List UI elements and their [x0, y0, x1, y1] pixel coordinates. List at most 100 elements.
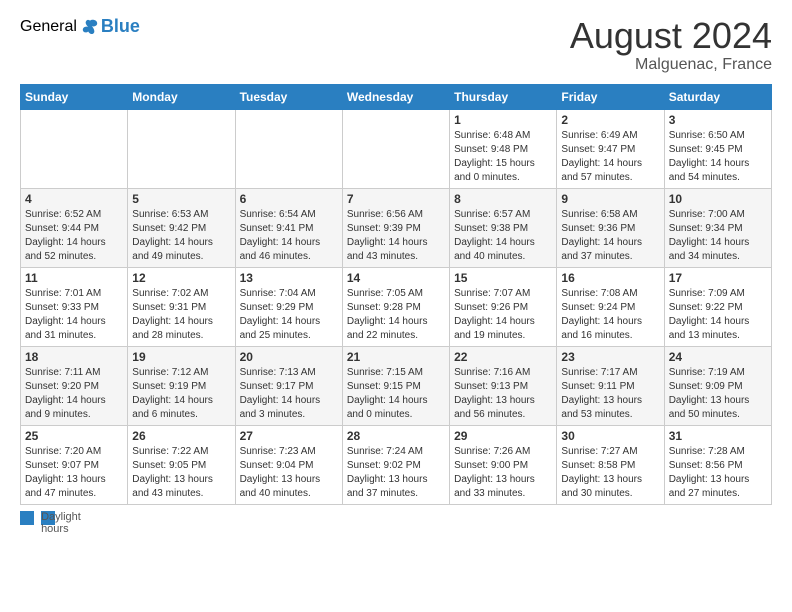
- day-number: 9: [561, 192, 659, 206]
- calendar-week-3: 11Sunrise: 7:01 AM Sunset: 9:33 PM Dayli…: [21, 267, 772, 346]
- day-info: Sunrise: 6:56 AM Sunset: 9:39 PM Dayligh…: [347, 208, 445, 264]
- col-tuesday: Tuesday: [235, 84, 342, 109]
- logo-text: General Blue: [20, 16, 140, 37]
- day-info: Sunrise: 7:04 AM Sunset: 9:29 PM Dayligh…: [240, 287, 338, 343]
- day-info: Sunrise: 7:24 AM Sunset: 9:02 PM Dayligh…: [347, 445, 445, 501]
- day-number: 12: [132, 271, 230, 285]
- location: Malguenac, France: [570, 56, 772, 74]
- col-monday: Monday: [128, 84, 235, 109]
- title-section: August 2024 Malguenac, France: [570, 16, 772, 74]
- col-saturday: Saturday: [664, 84, 771, 109]
- calendar-cell: 28 Sunrise: 7:24 AM Sunset: 9:02 PM Dayli…: [342, 425, 449, 504]
- calendar-cell: 19 Sunrise: 7:12 AM Sunset: 9:19 PM Dayli…: [128, 346, 235, 425]
- daylight-color-swatch: [20, 511, 34, 525]
- col-wednesday: Wednesday: [342, 84, 449, 109]
- day-number: 1: [454, 113, 552, 127]
- day-info: Sunrise: 7:11 AM Sunset: 9:20 PM Dayligh…: [25, 366, 123, 422]
- day-info: Sunrise: 7:15 AM Sunset: 9:15 PM Dayligh…: [347, 366, 445, 422]
- day-number: 27: [240, 429, 338, 443]
- calendar-cell: 3Sunrise: 6:50 AM Sunset: 9:45 PM Daylig…: [664, 109, 771, 188]
- calendar-cell: 5 Sunrise: 6:53 AM Sunset: 9:42 PM Daylig…: [128, 188, 235, 267]
- day-number: 29: [454, 429, 552, 443]
- day-number: 11: [25, 271, 123, 285]
- day-number: 7: [347, 192, 445, 206]
- day-number: 14: [347, 271, 445, 285]
- calendar-table: Sunday Monday Tuesday Wednesday Thursday…: [20, 84, 772, 505]
- calendar-cell: 15 Sunrise: 7:07 AM Sunset: 9:26 PM Dayli…: [450, 267, 557, 346]
- day-info: Sunrise: 7:02 AM Sunset: 9:31 PM Dayligh…: [132, 287, 230, 343]
- day-number: 28: [347, 429, 445, 443]
- day-number: 19: [132, 350, 230, 364]
- day-number: 18: [25, 350, 123, 364]
- calendar-cell: 26 Sunrise: 7:22 AM Sunset: 9:05 PM Dayli…: [128, 425, 235, 504]
- calendar-cell: 11Sunrise: 7:01 AM Sunset: 9:33 PM Dayli…: [21, 267, 128, 346]
- day-info: Sunrise: 6:52 AM Sunset: 9:44 PM Dayligh…: [25, 208, 123, 264]
- day-number: 15: [454, 271, 552, 285]
- calendar-cell: 14 Sunrise: 7:05 AM Sunset: 9:28 PM Dayli…: [342, 267, 449, 346]
- day-info: Sunrise: 7:22 AM Sunset: 9:05 PM Dayligh…: [132, 445, 230, 501]
- calendar-cell: 31 Sunrise: 7:28 AM Sunset: 8:56 PM Dayli…: [664, 425, 771, 504]
- calendar-cell: 21 Sunrise: 7:15 AM Sunset: 9:15 PM Dayli…: [342, 346, 449, 425]
- calendar-cell: 22 Sunrise: 7:16 AM Sunset: 9:13 PM Dayli…: [450, 346, 557, 425]
- day-info: Sunrise: 6:49 AM Sunset: 9:47 PM Dayligh…: [561, 129, 659, 185]
- day-info: Sunrise: 7:19 AM Sunset: 9:09 PM Dayligh…: [669, 366, 767, 422]
- calendar-cell: 20Sunrise: 7:13 AM Sunset: 9:17 PM Dayli…: [235, 346, 342, 425]
- day-info: Sunrise: 7:08 AM Sunset: 9:24 PM Dayligh…: [561, 287, 659, 343]
- day-number: 5: [132, 192, 230, 206]
- calendar-cell: [235, 109, 342, 188]
- day-info: Sunrise: 6:50 AM Sunset: 9:45 PM Dayligh…: [669, 129, 767, 185]
- calendar-cell: 2Sunrise: 6:49 AM Sunset: 9:47 PM Daylig…: [557, 109, 664, 188]
- calendar-cell: [342, 109, 449, 188]
- day-number: 30: [561, 429, 659, 443]
- day-number: 31: [669, 429, 767, 443]
- calendar-cell: 27Sunrise: 7:23 AM Sunset: 9:04 PM Dayli…: [235, 425, 342, 504]
- col-friday: Friday: [557, 84, 664, 109]
- calendar-week-5: 25 Sunrise: 7:20 AM Sunset: 9:07 PM Dayli…: [21, 425, 772, 504]
- calendar-cell: 24 Sunrise: 7:19 AM Sunset: 9:09 PM Dayli…: [664, 346, 771, 425]
- month-title: August 2024: [570, 16, 772, 56]
- calendar-cell: 7 Sunrise: 6:56 AM Sunset: 9:39 PM Daylig…: [342, 188, 449, 267]
- day-number: 17: [669, 271, 767, 285]
- day-info: Sunrise: 7:07 AM Sunset: 9:26 PM Dayligh…: [454, 287, 552, 343]
- day-info: Sunrise: 6:54 AM Sunset: 9:41 PM Dayligh…: [240, 208, 338, 264]
- calendar-cell: 12 Sunrise: 7:02 AM Sunset: 9:31 PM Dayli…: [128, 267, 235, 346]
- day-info: Sunrise: 7:16 AM Sunset: 9:13 PM Dayligh…: [454, 366, 552, 422]
- logo: General Blue: [20, 16, 140, 37]
- page: General Blue August 2024 Malguenac, Fran…: [0, 0, 792, 612]
- calendar-body: 1 Sunrise: 6:48 AM Sunset: 9:48 PM Daylig…: [21, 109, 772, 504]
- calendar-cell: 29Sunrise: 7:26 AM Sunset: 9:00 PM Dayli…: [450, 425, 557, 504]
- day-number: 6: [240, 192, 338, 206]
- day-number: 21: [347, 350, 445, 364]
- day-info: Sunrise: 7:05 AM Sunset: 9:28 PM Dayligh…: [347, 287, 445, 343]
- calendar-cell: 16Sunrise: 7:08 AM Sunset: 9:24 PM Dayli…: [557, 267, 664, 346]
- day-info: Sunrise: 7:27 AM Sunset: 8:58 PM Dayligh…: [561, 445, 659, 501]
- calendar-week-4: 18 Sunrise: 7:11 AM Sunset: 9:20 PM Dayli…: [21, 346, 772, 425]
- calendar-cell: 17Sunrise: 7:09 AM Sunset: 9:22 PM Dayli…: [664, 267, 771, 346]
- day-number: 25: [25, 429, 123, 443]
- header: General Blue August 2024 Malguenac, Fran…: [20, 16, 772, 74]
- calendar-cell: 13 Sunrise: 7:04 AM Sunset: 9:29 PM Dayli…: [235, 267, 342, 346]
- day-info: Sunrise: 6:53 AM Sunset: 9:42 PM Dayligh…: [132, 208, 230, 264]
- day-number: 24: [669, 350, 767, 364]
- calendar-week-2: 4 Sunrise: 6:52 AM Sunset: 9:44 PM Daylig…: [21, 188, 772, 267]
- day-info: Sunrise: 6:48 AM Sunset: 9:48 PM Dayligh…: [454, 129, 552, 185]
- col-sunday: Sunday: [21, 84, 128, 109]
- calendar-cell: 10Sunrise: 7:00 AM Sunset: 9:34 PM Dayli…: [664, 188, 771, 267]
- logo-general: General: [20, 18, 77, 36]
- day-number: 13: [240, 271, 338, 285]
- day-info: Sunrise: 7:28 AM Sunset: 8:56 PM Dayligh…: [669, 445, 767, 501]
- col-thursday: Thursday: [450, 84, 557, 109]
- calendar-cell: 4 Sunrise: 6:52 AM Sunset: 9:44 PM Daylig…: [21, 188, 128, 267]
- day-info: Sunrise: 7:13 AM Sunset: 9:17 PM Dayligh…: [240, 366, 338, 422]
- logo-bird-icon: [81, 18, 99, 36]
- day-number: 22: [454, 350, 552, 364]
- day-info: Sunrise: 6:58 AM Sunset: 9:36 PM Dayligh…: [561, 208, 659, 264]
- calendar-header: Sunday Monday Tuesday Wednesday Thursday…: [21, 84, 772, 109]
- day-info: Sunrise: 7:20 AM Sunset: 9:07 PM Dayligh…: [25, 445, 123, 501]
- day-number: 26: [132, 429, 230, 443]
- footer-note: Daylight hours: [20, 511, 772, 525]
- day-number: 23: [561, 350, 659, 364]
- day-number: 4: [25, 192, 123, 206]
- day-info: Sunrise: 7:12 AM Sunset: 9:19 PM Dayligh…: [132, 366, 230, 422]
- day-number: 10: [669, 192, 767, 206]
